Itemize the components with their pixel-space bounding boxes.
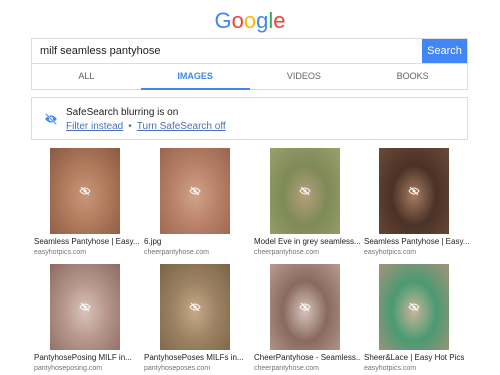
eye-slash-icon [189, 302, 201, 312]
tab-all[interactable]: ALL [32, 64, 141, 89]
result-source: pantyhoseposing.com [34, 365, 103, 372]
turn-safesearch-off-link[interactable]: Turn SafeSearch off [137, 121, 226, 132]
safesearch-title: SafeSearch blurring is on [66, 107, 179, 118]
blurred-thumbnail[interactable] [160, 264, 230, 350]
eye-slash-icon [299, 302, 311, 312]
eye-slash-icon [189, 186, 201, 196]
eye-slash-icon [79, 186, 91, 196]
eye-slash-icon [408, 186, 420, 196]
result-title[interactable]: Model Eve in grey seamless... [254, 237, 360, 246]
blurred-thumbnail[interactable] [270, 148, 340, 234]
safesearch-links: Filter instead • Turn SafeSearch off [66, 121, 226, 132]
blurred-thumbnail[interactable] [160, 148, 230, 234]
result-source: easyhotpics.com [364, 365, 417, 372]
separator-dot: • [128, 121, 132, 132]
result-title[interactable]: Seamless Pantyhose | Easy... [364, 237, 470, 246]
search-button[interactable]: Search [422, 39, 467, 63]
search-input[interactable] [32, 39, 422, 63]
google-logo: Google [0, 8, 500, 34]
eye-slash-icon [408, 302, 420, 312]
blurred-thumbnail[interactable] [379, 148, 449, 234]
result-title[interactable]: Seamless Pantyhose | Easy... [34, 237, 140, 246]
result-source: pantyhoseposes.com [144, 365, 211, 372]
tab-images[interactable]: IMAGES [140, 64, 250, 90]
search-tabs: ALL IMAGES VIDEOS BOOKS [31, 64, 468, 90]
filter-instead-link[interactable]: Filter instead [66, 121, 123, 132]
result-source: easyhotpics.com [364, 249, 417, 256]
eye-slash-icon [45, 113, 57, 125]
tab-videos[interactable]: VIDEOS [250, 64, 359, 89]
blurred-thumbnail[interactable] [50, 264, 120, 350]
logo-letter: o [243, 8, 257, 33]
result-title[interactable]: Sheer&Lace | Easy Hot Pics [364, 353, 470, 362]
safesearch-notice: SafeSearch blurring is on Filter instead… [31, 97, 468, 140]
logo-letter: o [231, 8, 244, 33]
blurred-thumbnail[interactable] [50, 148, 120, 234]
result-title[interactable]: CheerPantyhose - Seamless... [254, 353, 360, 362]
result-title[interactable]: 6.jpg [144, 237, 250, 246]
result-title[interactable]: PantyhosePoses MILFs in... [144, 353, 250, 362]
search-bar: Search [31, 38, 468, 64]
result-source: cheerpantyhose.com [254, 365, 319, 372]
logo-letter: g [256, 8, 269, 33]
tab-books[interactable]: BOOKS [358, 64, 467, 89]
result-source: easyhotpics.com [34, 249, 87, 256]
eye-slash-icon [79, 302, 91, 312]
blurred-thumbnail[interactable] [379, 264, 449, 350]
result-title[interactable]: PantyhosePosing MILF in... [34, 353, 140, 362]
result-source: cheerpantyhose.com [254, 249, 319, 256]
logo-letter: G [214, 8, 232, 33]
logo-letter: e [273, 8, 286, 33]
eye-slash-icon [299, 186, 311, 196]
result-source: cheerpantyhose.com [144, 249, 209, 256]
blurred-thumbnail[interactable] [270, 264, 340, 350]
